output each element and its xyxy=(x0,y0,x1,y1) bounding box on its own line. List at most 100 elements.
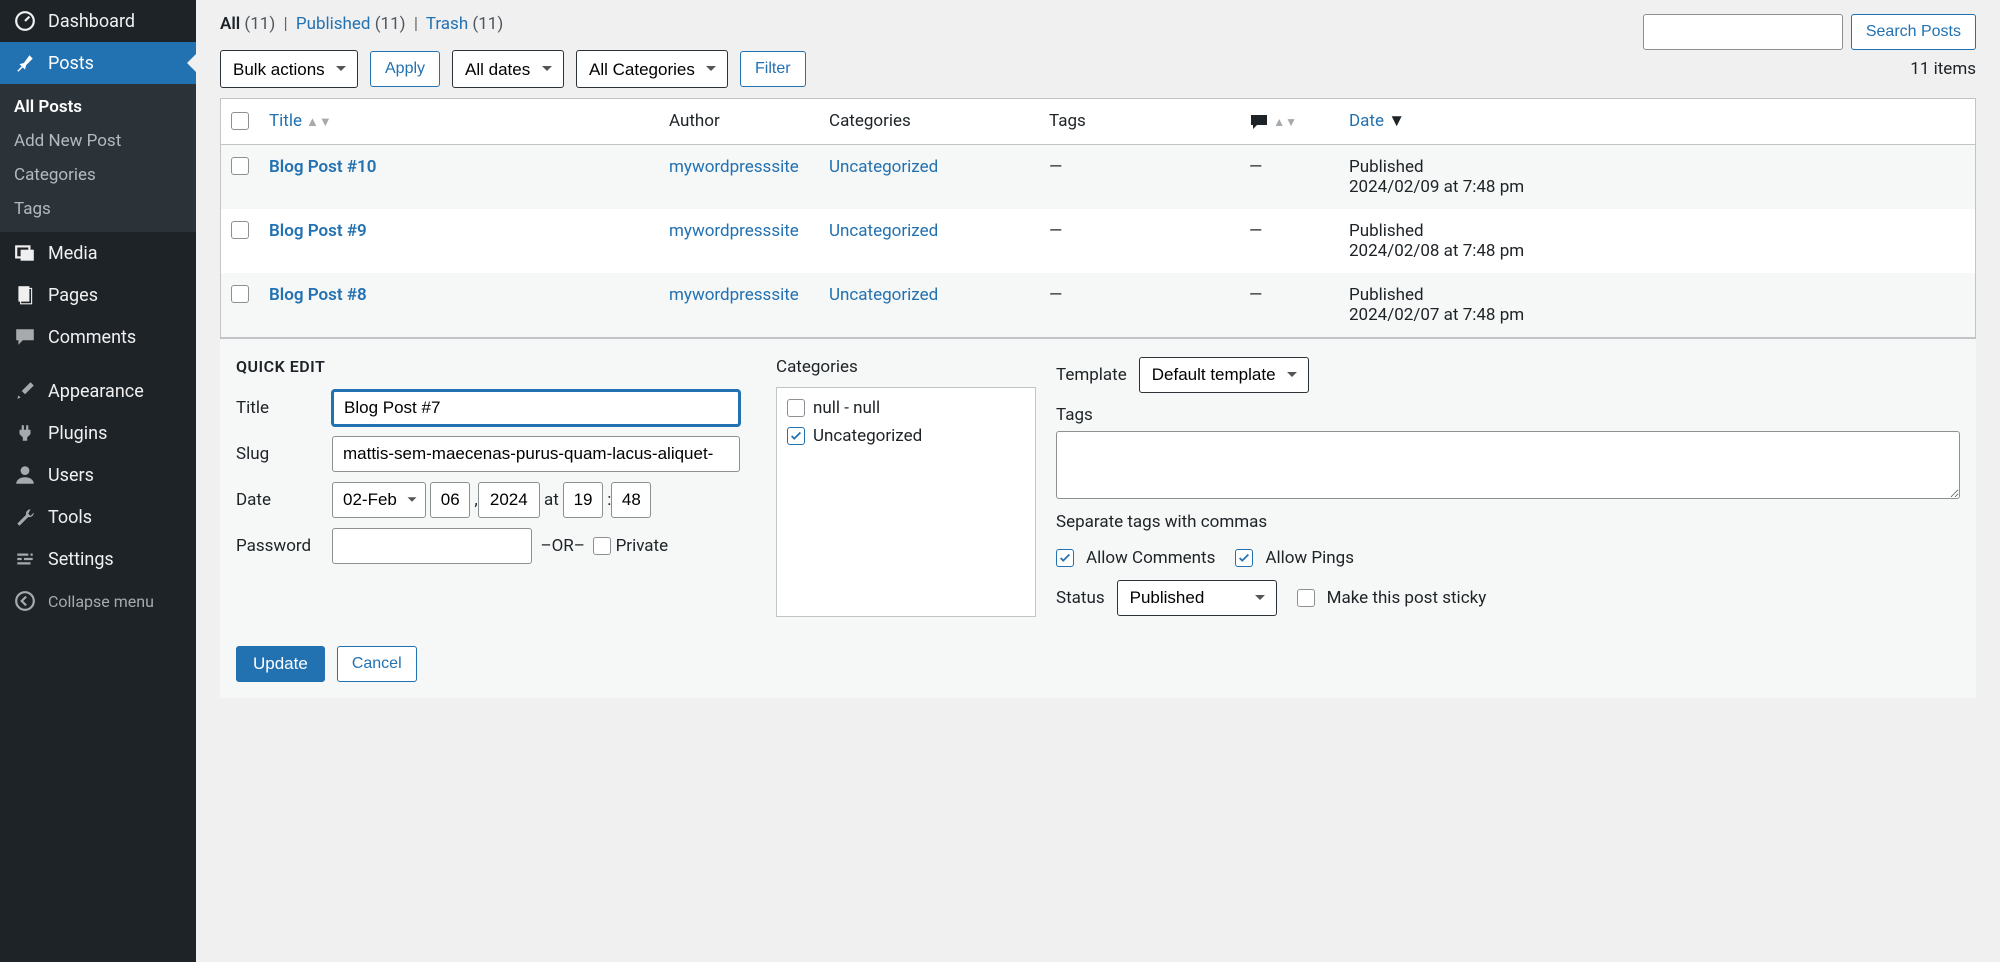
at-label: at xyxy=(544,490,559,510)
cat-uncat-checkbox[interactable] xyxy=(787,427,805,445)
date-label: Date xyxy=(236,490,332,510)
user-icon xyxy=(14,464,36,486)
select-all-checkbox[interactable] xyxy=(231,112,249,130)
filter-published[interactable]: Published xyxy=(296,14,371,34)
menu-users[interactable]: Users xyxy=(0,454,196,496)
sticky-checkbox[interactable] xyxy=(1297,589,1315,607)
row-checkbox[interactable] xyxy=(231,221,249,239)
year-input[interactable] xyxy=(478,482,540,518)
filter-trash[interactable]: Trash xyxy=(426,14,468,34)
menu-appearance[interactable]: Appearance xyxy=(0,370,196,412)
col-date[interactable]: Date ▼ xyxy=(1339,99,1976,145)
menu-comments[interactable]: Comments xyxy=(0,316,196,358)
categories-box: null - null Uncategorized xyxy=(776,387,1036,617)
month-select[interactable]: 02-Feb xyxy=(332,482,426,518)
quick-edit-heading: QUICK EDIT xyxy=(236,357,756,376)
collapse-icon xyxy=(14,590,36,612)
category-link[interactable]: Uncategorized xyxy=(829,221,938,241)
sort-down-icon: ▼ xyxy=(1388,111,1405,131)
menu-tools[interactable]: Tools xyxy=(0,496,196,538)
private-checkbox[interactable] xyxy=(593,537,611,555)
category-link[interactable]: Uncategorized xyxy=(829,157,938,177)
menu-tools-label: Tools xyxy=(48,507,92,528)
row-checkbox[interactable] xyxy=(231,285,249,303)
search-input[interactable] xyxy=(1643,14,1843,50)
comments-icon xyxy=(14,326,36,348)
hour-input[interactable] xyxy=(563,482,603,518)
date-cell: Published2024/02/07 at 7:48 pm xyxy=(1339,273,1976,338)
posts-submenu: All Posts Add New Post Categories Tags xyxy=(0,84,196,232)
allow-pings-checkbox[interactable] xyxy=(1235,549,1253,567)
dates-filter-select[interactable]: All dates xyxy=(452,50,564,88)
day-input[interactable] xyxy=(430,482,470,518)
date-cell: Published2024/02/09 at 7:48 pm xyxy=(1339,144,1976,209)
comments-cell: — xyxy=(1239,209,1339,273)
minute-input[interactable] xyxy=(611,482,651,518)
title-input[interactable] xyxy=(332,390,740,426)
allow-comments-label: Allow Comments xyxy=(1086,548,1215,568)
password-input[interactable] xyxy=(332,528,532,564)
submenu-all-posts[interactable]: All Posts xyxy=(0,90,196,124)
post-title-link[interactable]: Blog Post #8 xyxy=(269,285,367,305)
tags-hint: Separate tags with commas xyxy=(1056,512,1960,532)
comment-bubble-icon xyxy=(1249,112,1269,132)
author-link[interactable]: mywordpresssite xyxy=(669,157,799,177)
sticky-label: Make this post sticky xyxy=(1327,588,1487,608)
update-button[interactable]: Update xyxy=(236,646,325,682)
sort-icon: ▲▼ xyxy=(1273,115,1297,129)
plug-icon xyxy=(14,422,36,444)
category-link[interactable]: Uncategorized xyxy=(829,285,938,305)
cancel-button[interactable]: Cancel xyxy=(337,646,417,682)
menu-comments-label: Comments xyxy=(48,327,136,348)
menu-media[interactable]: Media xyxy=(0,232,196,274)
tags-cell: — xyxy=(1039,273,1239,338)
categories-filter-select[interactable]: All Categories xyxy=(576,50,728,88)
bulk-actions-select[interactable]: Bulk actions xyxy=(220,50,358,88)
status-select[interactable]: Published xyxy=(1117,580,1277,616)
menu-dashboard[interactable]: Dashboard xyxy=(0,0,196,42)
col-comments[interactable]: ▲▼ xyxy=(1239,99,1339,145)
col-tags: Tags xyxy=(1039,99,1239,145)
menu-dashboard-label: Dashboard xyxy=(48,11,135,32)
submenu-add-new[interactable]: Add New Post xyxy=(0,124,196,158)
tags-cell: — xyxy=(1039,144,1239,209)
table-row: Blog Post #9 mywordpresssite Uncategorized… xyxy=(221,209,1976,273)
sort-icon: ▲▼ xyxy=(306,115,332,130)
row-checkbox[interactable] xyxy=(231,157,249,175)
tags-textarea[interactable] xyxy=(1056,431,1960,499)
col-title[interactable]: Title▲▼ xyxy=(259,99,659,145)
table-row: Blog Post #10 mywordpresssite Uncategorize… xyxy=(221,144,1976,209)
menu-media-label: Media xyxy=(48,243,98,264)
title-label: Title xyxy=(236,398,332,418)
slug-input[interactable] xyxy=(332,436,740,472)
cat-null-checkbox[interactable] xyxy=(787,399,805,417)
search-button[interactable]: Search Posts xyxy=(1851,14,1976,50)
menu-collapse[interactable]: Collapse menu xyxy=(0,580,196,622)
author-link[interactable]: mywordpresssite xyxy=(669,221,799,241)
submenu-tags[interactable]: Tags xyxy=(0,192,196,226)
quick-edit-panel: QUICK EDIT Title Slug Date 02-Feb , at :… xyxy=(220,338,1976,646)
filter-all[interactable]: All xyxy=(220,14,240,34)
private-label: Private xyxy=(616,536,669,556)
menu-users-label: Users xyxy=(48,465,94,486)
menu-pages[interactable]: Pages xyxy=(0,274,196,316)
status-label: Status xyxy=(1056,588,1105,608)
allow-comments-checkbox[interactable] xyxy=(1056,549,1074,567)
filter-button[interactable]: Filter xyxy=(740,51,806,87)
menu-posts[interactable]: Posts xyxy=(0,42,196,84)
col-author: Author xyxy=(659,99,819,145)
apply-button[interactable]: Apply xyxy=(370,51,440,87)
post-title-link[interactable]: Blog Post #10 xyxy=(269,157,376,177)
col-categories: Categories xyxy=(819,99,1039,145)
author-link[interactable]: mywordpresssite xyxy=(669,285,799,305)
menu-settings[interactable]: Settings xyxy=(0,538,196,580)
menu-settings-label: Settings xyxy=(48,549,114,570)
tags-label: Tags xyxy=(1056,405,1960,425)
menu-plugins[interactable]: Plugins xyxy=(0,412,196,454)
pages-icon xyxy=(14,284,36,306)
items-count: 11 items xyxy=(1910,59,1976,79)
post-title-link[interactable]: Blog Post #9 xyxy=(269,221,367,241)
submenu-categories[interactable]: Categories xyxy=(0,158,196,192)
template-select[interactable]: Default template xyxy=(1139,357,1309,393)
posts-table: Title▲▼ Author Categories Tags ▲▼ Date ▼… xyxy=(220,98,1976,338)
